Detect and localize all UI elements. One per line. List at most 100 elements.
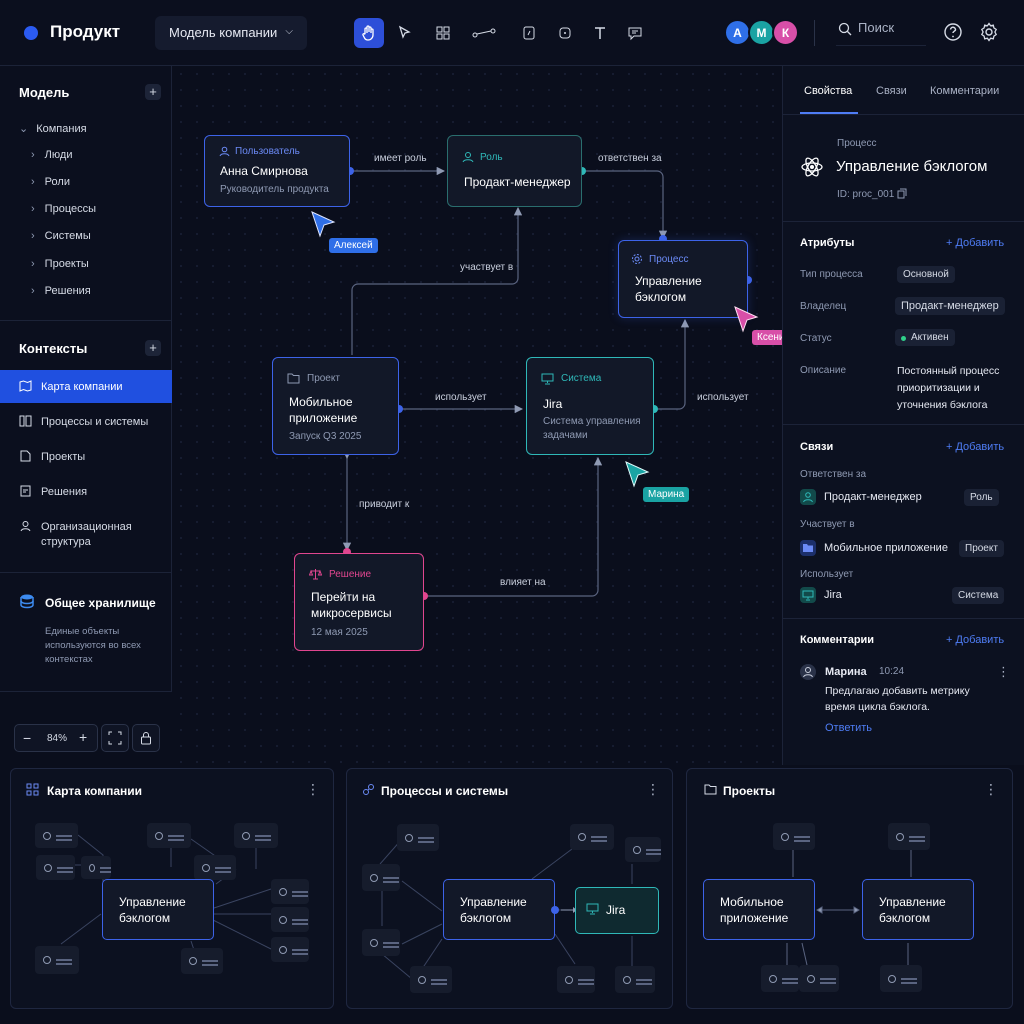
mini-node [36,855,75,880]
node-title: Jira [543,397,563,411]
more-icon[interactable]: ⋮ [997,664,1010,680]
atom-icon [801,157,823,177]
edge-label: использует [435,392,487,403]
mini-node [799,965,839,992]
node-project[interactable]: Проект Мобильное приложение Запуск Q3 20… [272,357,399,455]
divider [783,424,1024,425]
node-user[interactable]: Пользователь Анна Смирнова Руководитель … [204,135,350,207]
monitor-icon [541,373,554,385]
cursor-alexey-icon [311,211,336,238]
divider [783,221,1024,222]
edge-label: ответствен за [598,153,662,164]
attr-label: Описание [800,365,847,376]
attr-type-chip[interactable]: Основной [897,266,955,283]
user-icon [219,146,230,157]
folder-icon [287,373,300,384]
node-type: Решение [329,569,372,580]
attr-owner-chip[interactable]: Продакт-менеджер [895,297,1005,315]
zoom-out-button[interactable]: − [23,730,31,746]
process-gear-icon [632,254,642,264]
attributes-title: Атрибуты [800,237,855,249]
divider [783,618,1024,619]
lock-button[interactable] [132,724,160,752]
mini-node [81,856,111,879]
role-icon [462,152,474,163]
copy-icon[interactable] [897,188,907,199]
mini-node [147,823,191,848]
node-type: Пользователь [235,146,300,157]
node-subtitle: 12 мая 2025 [311,627,368,638]
link-tag: Проект [959,540,1004,557]
add-attribute-button[interactable]: + Добавить [946,237,1004,249]
link-group-label: Использует [800,569,854,580]
role-icon [800,489,816,505]
node-system[interactable]: Система Jira Система управления задачами [526,357,654,455]
link-group-label: Ответствен за [800,469,867,480]
node-type: Роль [480,152,503,163]
fit-screen-button[interactable] [101,724,129,752]
mini-process-node: Управление бэклогом [862,879,974,940]
node-subtitle: Руководитель продукта [220,184,329,195]
status-dot [901,336,906,341]
node-subtitle: Система управления задачами [543,416,641,441]
node-decision[interactable]: Решение Перейти на микросервисы 12 мая 2… [294,553,424,651]
context-card-processes-systems[interactable]: Процессы и системы ⋮ Управление бэклогом… [346,768,673,1009]
fit-screen-icon [108,731,122,745]
object-kind: Процесс [837,138,877,149]
edge-participates [351,206,523,355]
edge-label: имеет роль [374,153,427,164]
mini-node [181,948,223,974]
mini-node [271,937,309,962]
lock-icon [141,732,151,745]
edge-uses2 [655,318,690,410]
status-text: Активен [911,332,949,343]
object-id: ID: proc_001 [837,189,895,200]
node-process[interactable]: Процесс Управление бэклогом [618,240,748,318]
scales-icon [309,569,322,580]
mini-node [35,946,79,974]
attr-label: Тип процесса [800,269,863,280]
cursor-marina-icon [625,461,650,488]
tab-comments[interactable]: Комментарии [930,85,999,97]
monitor-icon [586,903,599,915]
mini-node [271,879,309,904]
attr-description: Постоянный процесс приоритизации и уточн… [897,365,1000,411]
node-title: Перейти на микросервисы [311,590,392,620]
node-title: Мобильное приложение [289,395,358,425]
link-group-label: Участвует в [800,519,855,530]
add-comment-button[interactable]: + Добавить [946,634,1004,646]
attr-label: Владелец [800,301,847,312]
link-name[interactable]: Мобильное приложение [824,542,948,554]
mini-system-node: Jira [575,887,659,934]
node-type: Проект [307,373,340,384]
mini-node [271,907,309,932]
link-name[interactable]: Jira [824,589,842,601]
divider [783,114,1024,115]
zoom-control: − 84% + [14,724,98,752]
mini-node [761,965,799,992]
avatar [800,664,816,680]
tab-links[interactable]: Связи [876,85,907,97]
edge-label: влияет на [500,577,546,588]
edge-responsible [582,170,668,240]
node-role[interactable]: Роль Продакт-менеджер [447,135,582,207]
mini-node [773,823,815,850]
zoom-in-button[interactable]: + [79,729,87,745]
status-badge[interactable]: Активен [895,329,955,346]
tab-properties[interactable]: Свойства [804,85,852,97]
link-tag: Система [952,587,1005,604]
reply-button[interactable]: Ответить [825,722,872,734]
comment-text: Предлагаю добавить метрику время цикла б… [825,685,970,713]
monitor-icon [800,587,816,603]
node-type: Система [561,373,602,384]
mini-node [35,823,78,848]
link-name[interactable]: Продакт-менеджер [824,491,922,503]
folder-icon [800,540,816,556]
add-link-button[interactable]: + Добавить [946,441,1004,453]
mini-node [234,823,278,848]
edge-label: приводит к [359,499,410,510]
mini-project-node: Мобильное приложение [703,879,815,940]
context-card-projects[interactable]: Проекты ⋮ Мобильное приложение Управлени… [686,768,1013,1009]
zoom-level: 84% [47,733,68,744]
context-card-company-map[interactable]: Карта компании ⋮ Управление бэклогом [10,768,334,1009]
